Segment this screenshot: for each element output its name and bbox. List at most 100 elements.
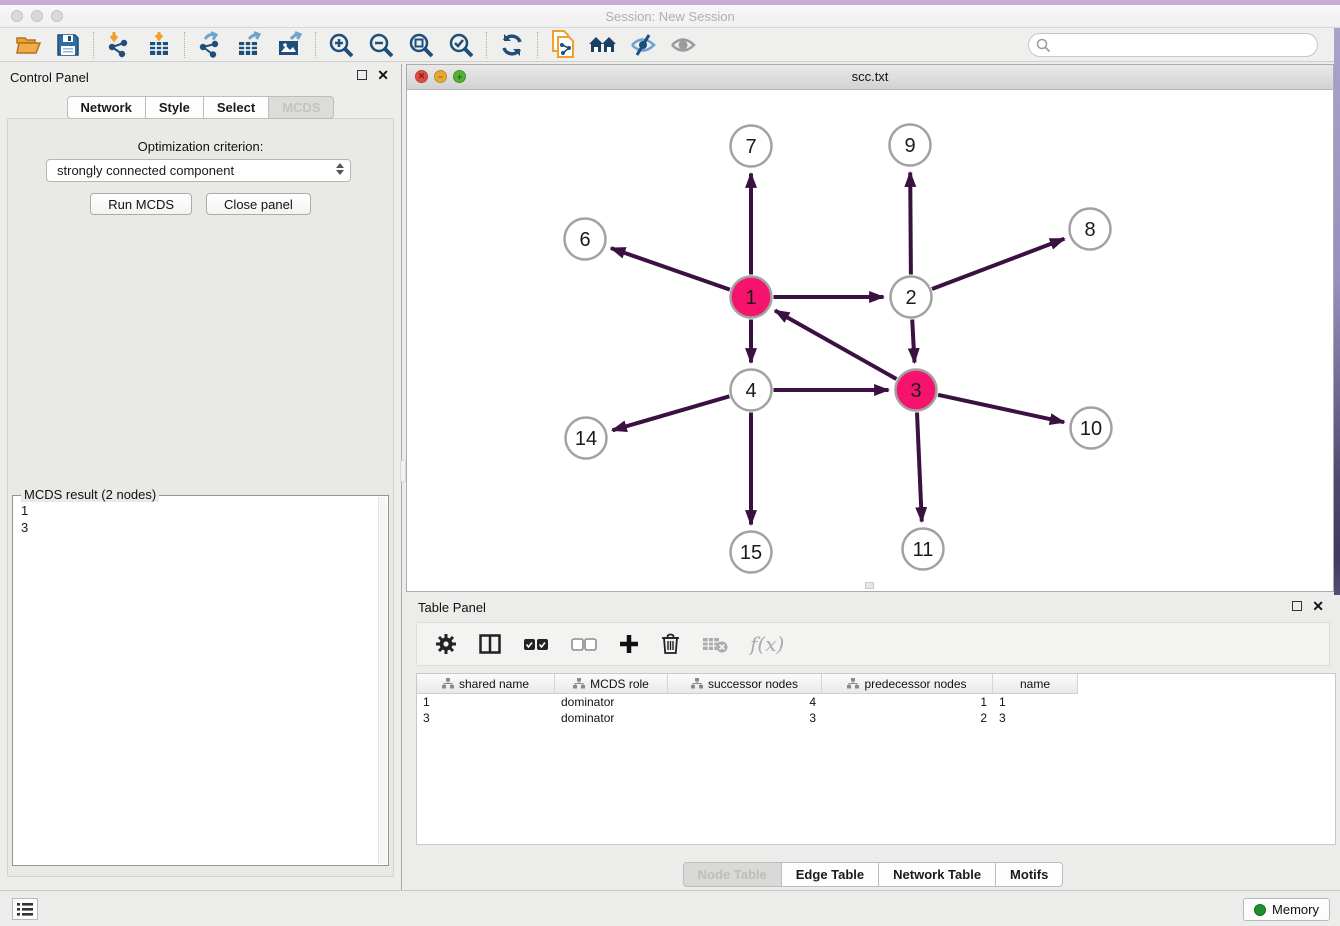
graph-edge[interactable]: [611, 248, 730, 290]
graph-node[interactable]: 14: [566, 418, 607, 459]
result-scrollbar[interactable]: [378, 497, 387, 864]
cell-successor-nodes[interactable]: 3: [668, 710, 822, 726]
zoom-selected-button[interactable]: [441, 30, 481, 60]
cell-mcds-role[interactable]: dominator: [555, 710, 668, 726]
search-icon: [1036, 38, 1051, 53]
node-table[interactable]: shared name MCDS role successor nodes pr…: [416, 673, 1336, 845]
tab-mcds[interactable]: MCDS: [268, 96, 334, 119]
graph-edge[interactable]: [775, 311, 896, 380]
toolbar-separator: [486, 32, 487, 58]
criterion-select[interactable]: strongly connected component: [46, 159, 351, 182]
network-canvas[interactable]: 1 2 3 4 6 7 8 9 10 11 14 15: [407, 90, 1333, 591]
graph-node[interactable]: 4: [731, 370, 772, 411]
table-row[interactable]: 3 dominator 3 2 3: [417, 710, 1335, 726]
canvas-resize-handle[interactable]: [865, 582, 874, 589]
delete-column-button[interactable]: [661, 633, 680, 655]
zoom-fit-button[interactable]: [401, 30, 441, 60]
export-image-button[interactable]: [270, 30, 310, 60]
graph-node[interactable]: 3: [896, 370, 937, 411]
graph-edge[interactable]: [938, 395, 1064, 422]
tab-select[interactable]: Select: [203, 96, 269, 119]
graph-node[interactable]: 9: [890, 125, 931, 166]
svg-text:15: 15: [740, 542, 762, 564]
control-panel-title: Control Panel: [10, 70, 89, 85]
graph-node[interactable]: 2: [891, 277, 932, 318]
import-network-button[interactable]: [99, 30, 139, 60]
column-header-shared-name[interactable]: shared name: [417, 674, 555, 694]
graph-node[interactable]: 8: [1070, 209, 1111, 250]
close-table-panel-icon[interactable]: ✕: [1312, 600, 1324, 612]
search-field[interactable]: [1028, 33, 1318, 57]
tab-motifs[interactable]: Motifs: [995, 862, 1063, 887]
graph-node[interactable]: 10: [1071, 408, 1112, 449]
tab-node-table[interactable]: Node Table: [683, 862, 782, 887]
graph-node[interactable]: 1: [731, 277, 772, 318]
zoom-in-button[interactable]: [321, 30, 361, 60]
delete-table-button[interactable]: [702, 635, 728, 653]
search-input[interactable]: [1055, 35, 1317, 55]
cell-predecessor-nodes[interactable]: 2: [822, 710, 993, 726]
graph-node[interactable]: 11: [903, 529, 944, 570]
show-column-button[interactable]: [479, 634, 501, 654]
run-mcds-button[interactable]: Run MCDS: [90, 193, 192, 215]
cell-predecessor-nodes[interactable]: 1: [822, 694, 993, 710]
import-table-button[interactable]: [139, 30, 179, 60]
export-network-button[interactable]: [190, 30, 230, 60]
graph-node[interactable]: 15: [731, 532, 772, 573]
memory-button[interactable]: Memory: [1243, 898, 1330, 921]
graph-edge[interactable]: [932, 239, 1064, 289]
new-network-from-selection-button[interactable]: [543, 30, 583, 60]
column-header-mcds-role[interactable]: MCDS role: [555, 674, 668, 694]
network-titlebar[interactable]: ✕ − + scc.txt: [407, 65, 1333, 90]
panel-splitter-handle[interactable]: [400, 460, 406, 482]
save-floppy-icon: [56, 33, 80, 57]
close-panel-button[interactable]: Close panel: [206, 193, 311, 215]
deselect-all-button[interactable]: [571, 638, 597, 651]
cell-name[interactable]: 3: [993, 710, 1078, 726]
tab-network[interactable]: Network: [67, 96, 146, 119]
columns-icon: [479, 634, 501, 654]
cell-name[interactable]: 1: [993, 694, 1078, 710]
mcds-result-title: MCDS result (2 nodes): [21, 487, 159, 502]
cell-shared-name[interactable]: 1: [417, 694, 555, 710]
export-table-button[interactable]: [230, 30, 270, 60]
graph-edge[interactable]: [912, 320, 914, 363]
cell-successor-nodes[interactable]: 4: [668, 694, 822, 710]
zoom-out-button[interactable]: [361, 30, 401, 60]
show-panels-button[interactable]: [663, 30, 703, 60]
table-row[interactable]: 1 dominator 4 1 1: [417, 694, 1335, 710]
tab-edge-table[interactable]: Edge Table: [781, 862, 879, 887]
column-header-name[interactable]: name: [993, 674, 1078, 694]
task-history-button[interactable]: [12, 898, 38, 920]
column-header-successor-nodes[interactable]: successor nodes: [668, 674, 822, 694]
graph-edge[interactable]: [917, 413, 922, 522]
refresh-layout-button[interactable]: [492, 30, 532, 60]
mcds-panel: Optimization criterion: strongly connect…: [7, 118, 394, 877]
graph-node[interactable]: 7: [731, 126, 772, 167]
tab-style[interactable]: Style: [145, 96, 204, 119]
graph-node[interactable]: 6: [565, 219, 606, 260]
select-all-button[interactable]: [523, 638, 549, 651]
function-builder-button[interactable]: f(x): [750, 632, 784, 656]
zoom-fit-icon: [408, 32, 434, 58]
float-panel-icon[interactable]: [357, 70, 367, 80]
graph-edge[interactable]: [910, 173, 911, 275]
table-settings-button[interactable]: [435, 633, 457, 655]
float-table-panel-icon[interactable]: [1292, 601, 1302, 611]
column-header-predecessor-nodes[interactable]: predecessor nodes: [822, 674, 993, 694]
graph-edge[interactable]: [612, 396, 729, 430]
close-panel-icon[interactable]: ✕: [377, 69, 389, 81]
open-session-button[interactable]: [8, 30, 48, 60]
zoom-out-icon: [368, 32, 394, 58]
hide-panels-button[interactable]: [623, 30, 663, 60]
cell-shared-name[interactable]: 3: [417, 710, 555, 726]
mcds-result-box: MCDS result (2 nodes) 13: [12, 495, 389, 866]
optimization-criterion-label: Optimization criterion:: [8, 139, 393, 154]
svg-text:1: 1: [745, 287, 756, 309]
tab-network-table[interactable]: Network Table: [878, 862, 996, 887]
select-stepper-icon: [336, 163, 344, 175]
cell-mcds-role[interactable]: dominator: [555, 694, 668, 710]
save-session-button[interactable]: [48, 30, 88, 60]
home-button[interactable]: [583, 30, 623, 60]
add-column-button[interactable]: [619, 634, 639, 654]
